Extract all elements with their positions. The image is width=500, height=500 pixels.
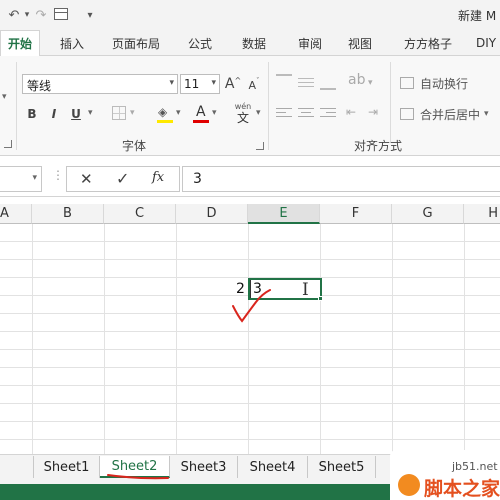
- middle-align-icon[interactable]: [298, 76, 314, 88]
- grow-font-button[interactable]: A ^: [224, 74, 242, 94]
- phonetic-guide-button[interactable]: wén 文: [232, 102, 254, 126]
- undo-dropdown-icon[interactable]: ▾: [22, 6, 32, 24]
- title-bar: ↶ ▾ ↷ ▾ 新建 M: [0, 0, 500, 30]
- orientation-dropdown-icon[interactable]: ▾: [368, 78, 373, 88]
- chevron-down-icon[interactable]: ▾: [32, 173, 37, 183]
- enter-icon[interactable]: ✓: [116, 169, 129, 188]
- italic-button[interactable]: I: [46, 104, 62, 124]
- cancel-icon[interactable]: ✕: [80, 170, 93, 188]
- fill-dropdown-icon[interactable]: ▾: [176, 108, 181, 118]
- group-divider: [390, 62, 391, 142]
- underline-button[interactable]: U: [68, 104, 84, 124]
- sheet-tab-3[interactable]: Sheet3: [170, 456, 238, 478]
- name-box[interactable]: ▾: [0, 166, 42, 192]
- watermark-site: jb51.net: [452, 460, 498, 473]
- font-color-button[interactable]: A: [192, 104, 210, 124]
- group-divider: [16, 62, 17, 150]
- tab-home[interactable]: 开始: [0, 30, 40, 56]
- tab-view[interactable]: 视图: [340, 30, 380, 56]
- column-header-g[interactable]: G: [392, 204, 464, 224]
- column-header-d[interactable]: D: [176, 204, 248, 224]
- bold-button[interactable]: B: [24, 104, 40, 124]
- tab-review[interactable]: 审阅: [290, 30, 330, 56]
- redo-icon[interactable]: ↷: [32, 6, 50, 24]
- tab-scroll-area: [0, 456, 34, 478]
- customize-qat-icon[interactable]: ▾: [84, 6, 96, 24]
- tab-page-layout[interactable]: 页面布局: [104, 30, 168, 56]
- font-name-value: 等线: [27, 79, 52, 93]
- check-annotation-icon: [232, 289, 271, 323]
- cell-gridlines: [0, 224, 500, 456]
- chevron-down-icon[interactable]: ▾: [211, 78, 216, 88]
- top-align-icon[interactable]: [276, 74, 292, 88]
- tab-data[interactable]: 数据: [234, 30, 274, 56]
- borders-dropdown-icon[interactable]: ▾: [130, 108, 135, 118]
- font-size-value: 11: [184, 77, 200, 91]
- sheet-tab-4[interactable]: Sheet4: [238, 456, 308, 478]
- chevron-down-icon[interactable]: ▾: [169, 78, 174, 88]
- shrink-font-button[interactable]: Aˇ: [246, 76, 262, 94]
- wrap-text-icon: [400, 77, 414, 89]
- underline-dropdown-icon[interactable]: ▾: [88, 108, 93, 118]
- orientation-icon[interactable]: ab: [348, 72, 365, 88]
- increase-indent-icon[interactable]: ⇥: [368, 105, 378, 119]
- text-cursor-icon: I: [302, 280, 309, 300]
- undo-icon[interactable]: ↶: [4, 6, 24, 24]
- chevron-down-icon[interactable]: ▾: [484, 109, 489, 119]
- decrease-indent-icon[interactable]: ⇤: [346, 105, 356, 119]
- column-header-b[interactable]: B: [32, 204, 104, 224]
- alignment-group-label: 对齐方式: [354, 139, 403, 153]
- formula-bar-grip-icon[interactable]: ⋮: [52, 168, 64, 182]
- window-title: 新建 M: [458, 9, 497, 23]
- view-icon[interactable]: [54, 8, 68, 20]
- borders-icon[interactable]: [112, 106, 126, 120]
- font-color-dropdown-icon[interactable]: ▾: [212, 108, 217, 118]
- font-group-label: 字体: [122, 139, 147, 153]
- watermark-logo: [398, 474, 420, 496]
- column-header-f[interactable]: F: [320, 204, 392, 224]
- sheet-tab-5[interactable]: Sheet5: [308, 456, 376, 478]
- fill-color-icon[interactable]: ◈: [156, 104, 174, 124]
- column-header-e[interactable]: E: [248, 204, 320, 224]
- clipboard-launcher-icon[interactable]: [4, 140, 12, 148]
- sheet-tab-1[interactable]: Sheet1: [34, 456, 100, 478]
- column-header-a[interactable]: A: [0, 204, 32, 224]
- formula-input[interactable]: 3: [182, 166, 500, 192]
- group-divider: [268, 62, 269, 150]
- column-header-h[interactable]: H: [464, 204, 500, 224]
- tab-insert[interactable]: 插入: [52, 30, 92, 56]
- phonetic-dropdown-icon[interactable]: ▾: [256, 108, 261, 118]
- align-center-icon[interactable]: [298, 108, 314, 120]
- tab-fangfang[interactable]: 方方格子: [396, 30, 460, 56]
- column-header-c[interactable]: C: [104, 204, 176, 224]
- font-size-box[interactable]: 11 ▾: [180, 74, 220, 94]
- align-right-icon[interactable]: [320, 108, 336, 120]
- bottom-align-icon[interactable]: [320, 74, 336, 90]
- clipboard-dropdown-icon[interactable]: ▾: [2, 92, 7, 102]
- align-left-icon[interactable]: [276, 108, 292, 120]
- merge-icon: [400, 108, 414, 120]
- wrap-text-button[interactable]: 自动换行: [400, 74, 500, 92]
- formula-value: 3: [193, 171, 202, 187]
- insert-function-icon[interactable]: fx: [152, 170, 164, 185]
- font-launcher-icon[interactable]: [256, 142, 264, 150]
- font-name-box[interactable]: 等线 ▾: [22, 74, 178, 94]
- fill-handle[interactable]: [318, 296, 323, 301]
- watermark-brand: 脚本之家: [424, 478, 500, 500]
- sheet-underline-annotation: [107, 474, 169, 480]
- tab-formulas[interactable]: 公式: [180, 30, 220, 56]
- tab-diy[interactable]: DIY: [476, 30, 500, 56]
- merge-center-button[interactable]: 合并后居中 ▾: [400, 105, 500, 123]
